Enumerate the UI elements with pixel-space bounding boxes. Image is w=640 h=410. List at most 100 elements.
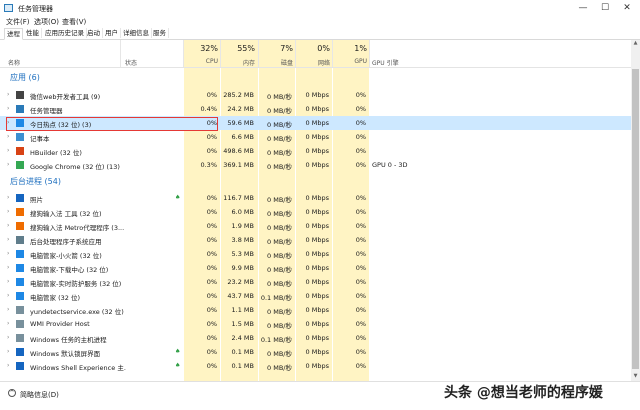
menu-view[interactable]: 查看(V) [62,17,86,27]
cell-gpu: 0% [355,334,366,342]
column-header-name[interactable]: 名称 [8,58,20,67]
column-separator[interactable] [120,40,121,68]
cell-cpu: 0% [206,250,217,258]
cell-memory: 43.7 MB [227,292,254,300]
cell-memory: 0.1 MB [231,348,254,356]
expand-arrow-icon[interactable]: › [7,222,9,229]
cell-memory: 1.5 MB [231,320,254,328]
header-divider [0,67,631,68]
cell-disk: 0 MB/秒 [267,322,292,330]
expand-arrow-icon[interactable]: › [7,133,9,140]
expand-arrow-icon[interactable]: › [7,105,9,112]
menu-file[interactable]: 文件(F) [6,17,30,27]
maximize-button[interactable]: ☐ [594,0,616,16]
tab-users[interactable]: 用户 [103,28,121,38]
process-row[interactable]: › 任务管理器 0.4% 24.2 MB 0 MB/秒 0 Mbps 0% [0,102,631,116]
column-header-gpu-engine[interactable]: GPU 引擎 [372,58,399,67]
expand-arrow-icon[interactable]: › [7,250,9,257]
tab-startup[interactable]: 启动 [85,28,103,38]
cell-cpu: 0.3% [200,161,217,169]
expand-arrow-icon[interactable]: › [7,306,9,313]
process-row[interactable]: › 照片 ♠ 0% 116.7 MB 0 MB/秒 0 Mbps 0% [0,191,631,205]
scroll-up-arrow[interactable]: ▲ [631,40,640,48]
memory-total[interactable]: 55% [221,44,255,53]
disk-total[interactable]: 7% [259,44,293,53]
cell-disk: 0 MB/秒 [267,350,292,358]
cell-memory: 59.6 MB [227,119,254,127]
gpu-total[interactable]: 1% [333,44,367,53]
expand-arrow-icon[interactable]: › [7,91,9,98]
expand-arrow-icon[interactable]: › [7,348,9,355]
cell-network: 0 Mbps [305,133,329,141]
cell-cpu: 0% [206,236,217,244]
cell-cpu: 0% [206,208,217,216]
process-row[interactable]: › WMI Provider Host 0% 1.5 MB 0 MB/秒 0 Mbps 0% [0,317,631,331]
menu-options[interactable]: 选项(O) [34,17,59,27]
fewer-details-link[interactable]: 简略信息(D) [20,390,59,400]
process-name: 电脑管家 (32 位) [30,294,80,302]
column-header-disk[interactable]: 磁盘 [259,58,293,67]
expand-arrow-icon[interactable]: › [7,161,9,168]
expand-arrow-icon[interactable]: › [7,194,9,201]
process-row[interactable]: › Windows 任务的主机进程 0% 2.4 MB 0.1 MB/秒 0 Mbps 0% [0,331,631,345]
minimize-button[interactable]: — [572,0,594,16]
process-row[interactable]: › 电脑管家-下载中心 (32 位) 0% 9.9 MB 0 MB/秒 0 Mbps 0% [0,261,631,275]
expand-arrow-icon[interactable]: › [7,147,9,154]
cell-gpu: 0% [355,105,366,113]
column-header-gpu[interactable]: GPU [333,58,367,65]
cell-gpu: 0% [355,222,366,230]
process-row[interactable]: › 电脑管家-实时防护服务 (32 位) 0% 23.2 MB 0 MB/秒 0 Mbps… [0,275,631,289]
cpu-total[interactable]: 32% [184,44,218,53]
expand-arrow-icon[interactable]: › [7,334,9,341]
process-row[interactable]: › 搜狗输入法 工具 (32 位) 0% 6.0 MB 0 MB/秒 0 Mbps 0% [0,205,631,219]
cell-gpu: 0% [355,264,366,272]
tab-processes[interactable]: 进程 [4,28,23,40]
process-row[interactable]: › 电脑管家-小火箭 (32 位) 0% 5.3 MB 0 MB/秒 0 Mbps 0% [0,247,631,261]
expand-arrow-icon[interactable]: › [7,320,9,327]
process-row[interactable]: › Windows 默认锁屏界面 ♠ 0% 0.1 MB 0 MB/秒 0 Mbps 0% [0,345,631,359]
cell-disk: 0 MB/秒 [267,149,292,157]
cell-gpu: 0% [355,292,366,300]
process-row[interactable]: › 搜狗输入法 Metro代理程序 (3... 0% 1.9 MB 0 MB/秒 0 Mb… [0,219,631,233]
expand-arrow-icon[interactable]: › [7,292,9,299]
chevron-up-icon[interactable]: ^ [8,389,16,397]
column-header-status[interactable]: 状态 [125,58,137,67]
cell-memory: 285.2 MB [223,91,254,99]
tab-app-history[interactable]: 应用历史记录 [43,28,87,38]
expand-arrow-icon[interactable]: › [7,362,9,369]
host-process-icon [16,334,24,342]
cell-cpu: 0% [206,133,217,141]
scroll-down-arrow[interactable]: ▼ [631,373,640,381]
tab-services[interactable]: 服务 [151,28,169,38]
tab-bar: 进程 性能 应用历史记录 启动 用户 详细信息 服务 [0,28,640,40]
cell-network: 0 Mbps [305,91,329,99]
notepad-icon [16,133,24,141]
process-row[interactable]: › 微信web开发者工具 (9) 0% 285.2 MB 0 MB/秒 0 Mbps 0% [0,88,631,102]
column-header-network[interactable]: 网络 [296,58,330,67]
cell-disk: 0 MB/秒 [267,93,292,101]
expand-arrow-icon[interactable]: › [7,236,9,243]
expand-arrow-icon[interactable]: › [7,264,9,271]
cell-cpu: 0% [206,91,217,99]
process-row[interactable]: › 电脑管家 (32 位) 0% 43.7 MB 0.1 MB/秒 0 Mbps 0% [0,289,631,303]
chrome-icon [16,161,24,169]
network-total[interactable]: 0% [296,44,330,53]
expand-arrow-icon[interactable]: › [7,278,9,285]
process-row[interactable]: › HBuilder (32 位) 0% 498.6 MB 0 MB/秒 0 Mbps 0% [0,144,631,158]
cell-network: 0 Mbps [305,208,329,216]
column-header-memory[interactable]: 内存 [221,58,255,67]
cell-disk: 0 MB/秒 [267,280,292,288]
tab-details[interactable]: 详细信息 [121,28,152,38]
column-header-cpu[interactable]: CPU [184,58,218,65]
scrollbar-thumb[interactable] [632,69,639,369]
process-row[interactable]: › Windows Shell Experience 主... ♠ 0% 0.1 MB 0… [0,359,631,373]
process-row[interactable]: › Google Chrome (32 位) (13) 0.3% 369.1 MB 0 … [0,158,631,172]
process-row[interactable]: › yundetectservice.exe (32 位) 0% 1.1 MB 0 MB… [0,303,631,317]
cell-disk: 0 MB/秒 [267,107,292,115]
expand-arrow-icon[interactable]: › [7,208,9,215]
close-button[interactable]: ✕ [616,0,638,16]
process-row[interactable]: › 后台处理程序子系统应用 0% 3.8 MB 0 MB/秒 0 Mbps 0% [0,233,631,247]
process-row[interactable]: › 记事本 0% 6.6 MB 0 MB/秒 0 Mbps 0% [0,130,631,144]
column-separator[interactable] [369,40,370,68]
tab-performance[interactable]: 性能 [24,28,42,38]
